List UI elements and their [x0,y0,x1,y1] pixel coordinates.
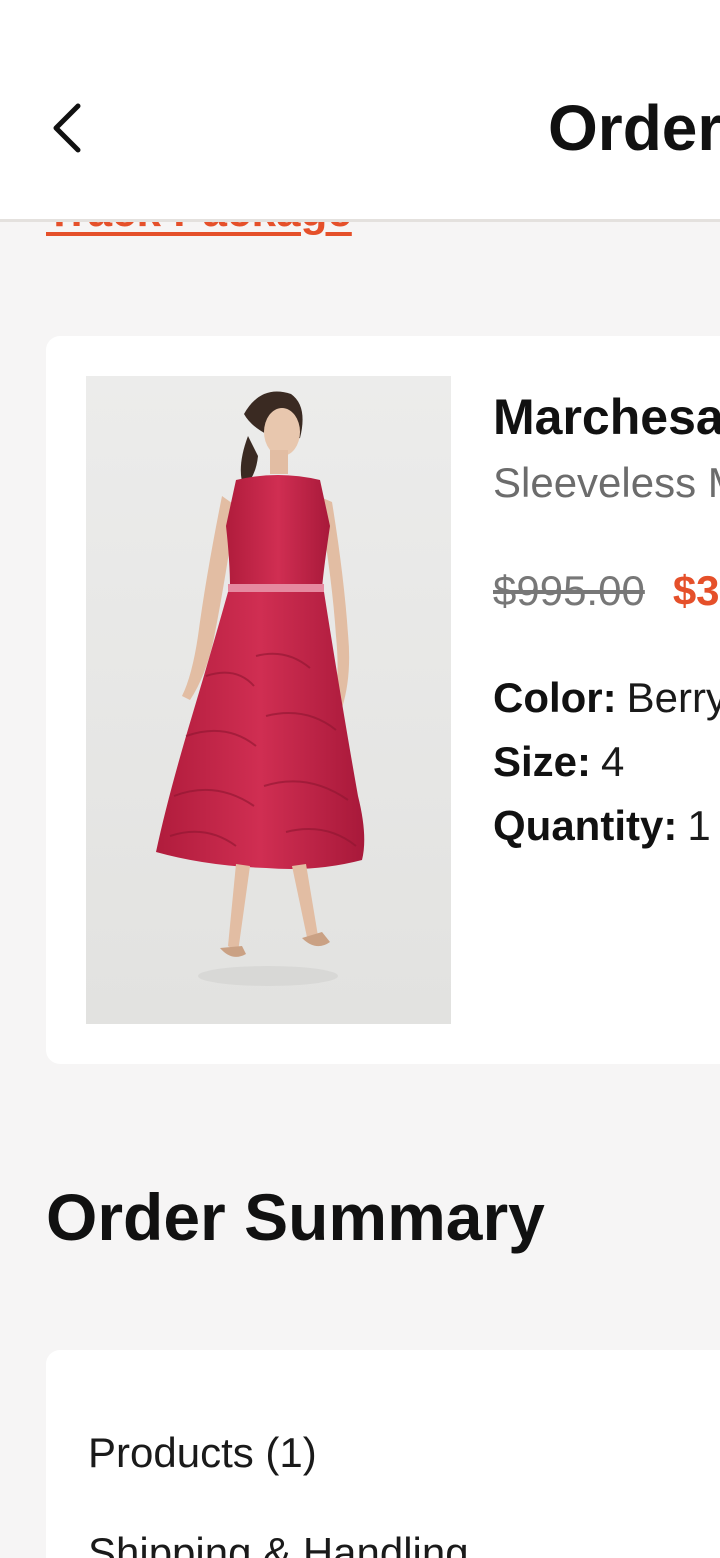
attribute-label: Color: [493,674,617,721]
back-button[interactable] [30,88,102,168]
attribute-label: Size: [493,738,592,785]
top-app-bar: Order Details [0,0,720,222]
chevron-left-icon [53,103,81,153]
attribute-label: Quantity: [493,802,678,849]
original-price: $995.00 [493,567,645,614]
attribute-color: Color: Berry [493,666,720,730]
dress-illustration [86,376,451,1024]
order-details-screen: Track Package [0,0,720,1558]
product-card[interactable]: Marchesa Notte Sleeveless Midi Dress $99… [46,336,720,1064]
product-brand[interactable]: Marchesa Notte [493,392,720,442]
attribute-value: 4 [601,738,625,785]
product-image[interactable] [86,376,451,1024]
summary-row-products: Products (1) [88,1429,317,1476]
attribute-value: 1 [687,802,711,849]
order-summary-heading: Order Summary [46,1180,545,1254]
price-row: $995.00 $398.00 [493,570,720,612]
product-attributes: Color: Berry Size: 4 Quantity: 1 [493,666,720,858]
page-title: Order Details [548,92,720,164]
sale-price: $398.00 [672,567,720,614]
summary-row-shipping: Shipping & Handling [88,1529,469,1558]
attribute-value: Berry [626,674,720,721]
order-summary-card: Products (1) Shipping & Handling [46,1350,720,1558]
attribute-size: Size: 4 [493,730,720,794]
product-info: Marchesa Notte Sleeveless Midi Dress $99… [493,392,720,858]
attribute-quantity: Quantity: 1 [493,794,720,858]
product-name[interactable]: Sleeveless Midi Dress [493,462,720,504]
